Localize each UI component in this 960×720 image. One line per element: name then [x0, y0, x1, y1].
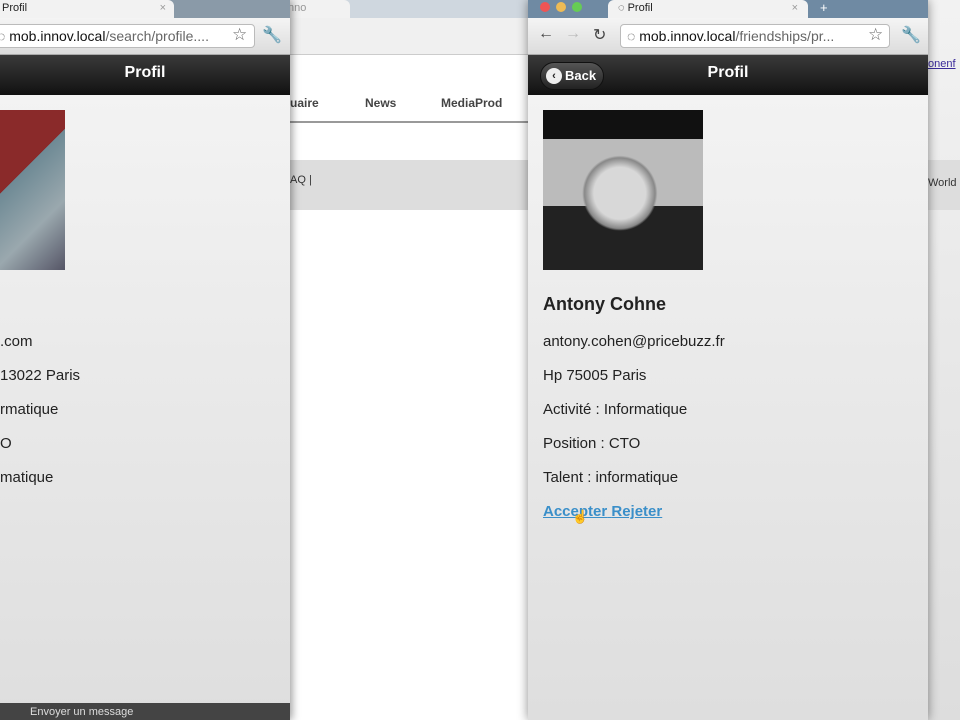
back-label: Back	[565, 68, 597, 83]
left-tab[interactable]: Profil ×	[0, 0, 174, 18]
nav-news[interactable]: News	[365, 96, 396, 110]
minimize-window-icon[interactable]	[556, 2, 566, 12]
profile-email: .com	[0, 333, 33, 350]
address-bar[interactable]: ◌ mob.innov.local/friendships/pr...	[620, 24, 890, 48]
send-message-button[interactable]: Envoyer un message	[0, 703, 290, 720]
left-browser-window: Profil × ◌ mob.innov.local/search/profile…	[0, 0, 290, 720]
tab-title: Profil	[627, 2, 653, 14]
nav-annuaire[interactable]: uaire	[290, 96, 319, 110]
page-title: Profil	[0, 55, 290, 95]
back-arrow-icon[interactable]: ←	[538, 25, 554, 43]
middle-browser-window: nno uaire News MediaProd AQ |	[270, 0, 550, 720]
profile-photo	[543, 110, 703, 270]
profile-talent: Talent : informatique	[543, 469, 679, 486]
far-right-text: World	[928, 177, 957, 189]
profile-photo	[0, 110, 65, 270]
bookmark-star-icon[interactable]: ☆	[868, 25, 883, 45]
back-button[interactable]: ‹ Back	[540, 62, 604, 90]
profile-address: 13022 Paris	[0, 367, 81, 384]
page-title: Profil	[707, 64, 749, 81]
profile-name: Antony Cohne	[543, 294, 666, 314]
profile-activity: Activité : Informatique	[543, 401, 688, 418]
faq-link[interactable]: AQ |	[290, 174, 312, 186]
wrench-icon[interactable]: 🔧	[262, 25, 282, 45]
zoom-window-icon[interactable]	[572, 2, 582, 12]
close-window-icon[interactable]	[540, 2, 550, 12]
address-bar[interactable]: ◌ mob.innov.local/search/profile....	[0, 24, 255, 48]
far-right-link[interactable]: onenf	[928, 58, 956, 70]
chevron-left-icon: ‹	[546, 68, 562, 84]
profile-position: Position : CTO	[543, 435, 641, 452]
new-tab-icon[interactable]: +	[820, 0, 828, 15]
profile-talent: matique	[0, 469, 54, 486]
wrench-icon[interactable]: 🔧	[901, 25, 921, 45]
middle-tab[interactable]: nno	[280, 0, 350, 18]
globe-icon: ◌	[627, 28, 640, 44]
reject-link[interactable]: Rejeter	[611, 503, 662, 520]
mouse-cursor-icon: ☝	[572, 509, 589, 524]
nav-mediaprod[interactable]: MediaProd	[441, 96, 502, 110]
right-tab[interactable]: ◌ Profil ×	[608, 0, 808, 18]
right-browser-window: ◌ Profil × + ← → ↻ ◌ mob.innov.local/frie…	[528, 0, 928, 720]
profile-address: Hp 75005 Paris	[543, 367, 647, 384]
profile-activity: rmatique	[0, 401, 59, 418]
bookmark-star-icon[interactable]: ☆	[232, 25, 247, 45]
globe-icon: ◌	[618, 2, 628, 14]
globe-icon: ◌	[0, 28, 9, 44]
reload-icon[interactable]: ↻	[593, 25, 606, 45]
close-tab-icon[interactable]: ×	[792, 2, 798, 14]
forward-arrow-icon[interactable]: →	[565, 25, 581, 43]
profile-email: antony.cohen@pricebuzz.fr	[543, 333, 725, 350]
profile-position: O	[0, 435, 12, 452]
tab-title: Profil	[2, 2, 28, 14]
close-tab-icon[interactable]: ×	[160, 2, 166, 14]
